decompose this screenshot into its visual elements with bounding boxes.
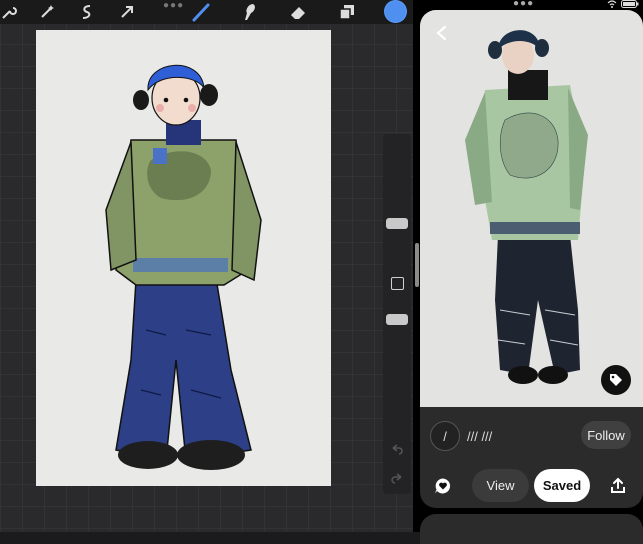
procreate-toolbar: ●●● [0,0,413,24]
brush-size-thumb[interactable] [386,218,408,229]
status-bar [607,0,639,8]
layers-icon[interactable] [336,1,358,23]
pinterest-app: ●●● / /// /// Follow View Saved [420,0,643,544]
opacity-thumb[interactable] [386,314,408,325]
transform-arrow-icon[interactable] [116,1,138,23]
next-pin-card[interactable] [420,514,643,544]
pin-photo [465,30,588,384]
view-button[interactable]: View [472,469,529,502]
follow-button[interactable]: Follow [581,421,631,449]
sketch-drawing [105,64,262,470]
brush-size-slider[interactable] [383,134,411,494]
tag-icon [610,374,622,386]
multitasking-dots-icon[interactable]: ●●● [513,0,534,9]
react-heart-icon[interactable] [434,477,452,495]
redo-icon[interactable] [390,471,404,485]
split-view-handle[interactable] [415,243,419,287]
tag-button[interactable] [601,365,631,395]
modify-button[interactable] [391,277,404,290]
pin-card: / /// /// Follow View Saved [420,10,643,508]
board-info-row: / /// /// Follow [430,421,633,451]
pin-actions: View Saved [420,469,643,503]
pin-image[interactable] [420,10,643,407]
magic-wand-icon[interactable] [36,1,58,23]
share-icon[interactable] [609,477,627,495]
board-name[interactable]: /// /// [467,429,492,444]
drawing-canvas[interactable] [36,30,331,486]
toolbar-grabber-icon: ●●● [163,0,185,11]
wrench-icon[interactable] [0,1,20,23]
eraser-icon[interactable] [287,1,309,23]
procreate-app: ●●● [0,0,413,532]
wifi-icon [607,0,617,8]
board-avatar[interactable]: / [430,421,460,451]
brush-icon[interactable] [190,1,212,23]
color-picker-button[interactable] [385,1,406,22]
back-chevron-icon[interactable] [434,25,450,41]
smudge-icon[interactable] [238,1,260,23]
saved-button[interactable]: Saved [534,469,590,502]
undo-icon[interactable] [390,442,404,456]
selection-icon[interactable] [76,1,98,23]
battery-icon [621,0,639,8]
